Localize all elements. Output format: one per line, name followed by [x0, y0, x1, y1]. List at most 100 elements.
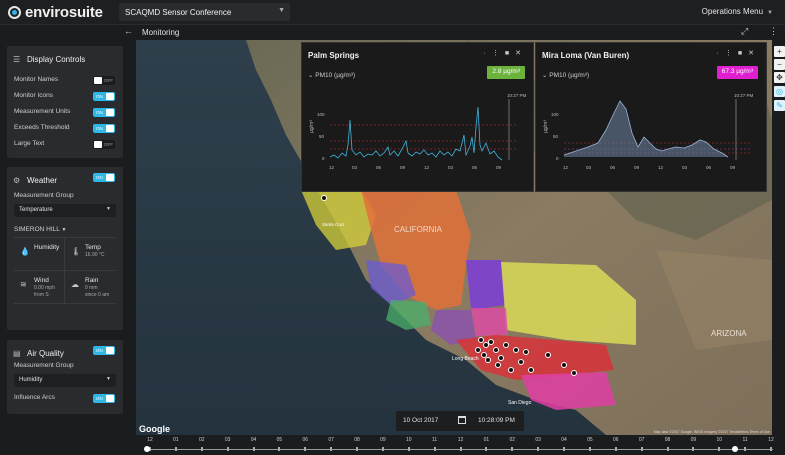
calendar-icon[interactable] [458, 416, 466, 424]
timeline-hour-label: 08 [354, 437, 360, 443]
y-tick: 100 [551, 112, 559, 117]
locate-icon[interactable]: ◎ [774, 86, 785, 97]
wind-direction: from S [34, 292, 49, 298]
air-quality-toggle[interactable]: ON [93, 346, 115, 355]
maximize-icon[interactable]: ■ [505, 50, 515, 57]
timeline-hour-label: 07 [638, 437, 645, 443]
timeline-hour-label: 06 [612, 437, 619, 443]
timeline-hour-label: 01 [483, 437, 490, 443]
timeline-tick [744, 447, 747, 451]
humidity-name: Humidity [34, 244, 60, 251]
rain-since: since 0 am [85, 292, 110, 298]
air-quality-title: Air Quality [27, 348, 64, 358]
timeline-tick [692, 447, 695, 451]
panel-metric[interactable]: ⌄ PM10 (µg/m³) [308, 71, 355, 79]
operations-menu[interactable]: Operations Menu ▼ [702, 7, 773, 16]
air-quality-group-label: Measurement Group [14, 362, 74, 369]
close-icon[interactable]: ✕ [515, 50, 527, 57]
close-icon[interactable]: ✕ [748, 50, 760, 57]
timeline-hour-label: 04 [561, 437, 567, 443]
date-input[interactable]: 10 Oct 2017 [403, 417, 438, 424]
monitor-names-toggle[interactable]: OFF [93, 76, 115, 85]
time-input[interactable]: 10:28:09 PM [478, 417, 515, 424]
timeline-hour-label: 04 [250, 437, 257, 443]
large-text-label: Large Text [14, 140, 45, 147]
map-label-long-beach: Long Beach [452, 356, 479, 362]
timeline-hour-label: 11 [742, 437, 748, 443]
station-select[interactable]: SIMERON HILL ▼ [7, 220, 123, 237]
sub-bar: ← Monitoring ⤢ ⋮ [0, 25, 785, 40]
timeline-hour-label: 12 [457, 437, 464, 443]
project-select-value: SCAQMD Sensor Conference [125, 8, 232, 17]
map-credit[interactable]: Map data ©2017 Google, INEGI Imagery ©20… [654, 430, 770, 434]
weather-title: Weather [27, 175, 58, 185]
timeline-hour-label: 05 [276, 437, 283, 443]
x-tick: 09 [730, 165, 736, 170]
timeline-tick [563, 447, 565, 451]
timeline-tick [407, 447, 410, 451]
project-select[interactable]: SCAQMD Sensor Conference ▼ [119, 3, 290, 21]
timeline-start-handle[interactable] [144, 446, 150, 452]
chart-unit-label: µg/m³ [309, 120, 315, 133]
timeline-hour-label: 09 [690, 437, 697, 443]
air-quality-card: ▤ Air Quality ON Measurement Group Humid… [7, 340, 123, 414]
weather-toggle[interactable]: ON [93, 173, 115, 182]
x-tick: 06 [706, 165, 712, 170]
x-tick: 09 [400, 165, 406, 170]
panel-metric-label: PM10 (µg/m³) [549, 72, 590, 79]
x-tick: 12 [329, 165, 335, 170]
logo[interactable]: envirosuite [8, 4, 103, 21]
more-options-icon[interactable]: ⋮ [769, 26, 778, 37]
exceeds-threshold-row: Exceeds Threshold ON [7, 120, 123, 136]
timeline-tick [640, 447, 643, 451]
zoom-in-icon[interactable]: + [774, 46, 785, 57]
rain-name: Rain [85, 277, 99, 284]
draw-icon[interactable]: ✎ [774, 100, 785, 111]
more-options-icon[interactable]: ⋮ [725, 50, 738, 57]
air-quality-group-select[interactable]: Humidity ▼ [14, 374, 116, 387]
timeline-tick [537, 447, 540, 451]
pan-icon[interactable]: ✥ [774, 72, 785, 83]
rain-cell: ☁ Rain 0 mm since 0 am [65, 271, 116, 304]
timeline[interactable]: 12 01 02 03 04 05 06 07 08 09 10 11 12 01 02 03 04 05 06 07… [136, 435, 785, 455]
timeline-current-handle[interactable] [732, 446, 738, 452]
wind-value: 0.00 mph [34, 285, 55, 291]
fullscreen-icon[interactable]: ⤢ [741, 26, 748, 37]
y-tick: 50 [319, 134, 325, 139]
timeline-tick [330, 447, 333, 451]
zoom-out-icon[interactable]: − [774, 59, 785, 70]
timeline-hour-label: 07 [328, 437, 334, 443]
x-tick: 06 [472, 165, 478, 170]
datetime-picker: 10 Oct 2017 10:28:09 PM [396, 411, 524, 431]
timeline-tick [356, 447, 358, 451]
mira-loma-chart: 10:27 PM µg/m³ 100 50 0 12 03 06 09 12 0… [543, 93, 754, 170]
weather-group-select[interactable]: Temperature ▼ [14, 204, 116, 217]
panel-metric[interactable]: ⌄ PM10 (µg/m³) [542, 71, 589, 79]
large-text-toggle[interactable]: OFF [93, 140, 115, 149]
temp-value: 16.90 °C [85, 252, 105, 258]
x-tick: 03 [682, 165, 688, 170]
monitor-icons-row: Monitor Icons ON [7, 88, 123, 104]
timeline-hour-label: 08 [664, 437, 671, 443]
weather-card: ⚙ Weather ON Measurement Group Temperatu… [7, 167, 123, 330]
timeline-hour-label: 09 [380, 437, 386, 443]
x-tick: 06 [610, 165, 616, 170]
measurement-units-toggle[interactable]: ON [93, 108, 115, 117]
x-tick: 03 [448, 165, 454, 170]
operations-menu-label: Operations Menu [701, 7, 764, 16]
chevron-down-icon: ▼ [106, 376, 111, 382]
minimize-icon[interactable]: · [717, 50, 725, 57]
sliders-icon: ☰ [13, 54, 21, 64]
page-title: Monitoring [142, 28, 180, 37]
y-tick: 0 [322, 156, 325, 161]
monitor-icons-toggle[interactable]: ON [93, 92, 115, 101]
back-arrow-icon[interactable]: ← [124, 26, 133, 36]
maximize-icon[interactable]: ■ [738, 50, 748, 57]
timeline-hour-label: 02 [509, 437, 516, 443]
influence-arcs-toggle[interactable]: ON [93, 394, 115, 403]
more-options-icon[interactable]: ⋮ [492, 50, 505, 57]
timeline-tick [226, 447, 229, 451]
minimize-icon[interactable]: · [484, 50, 492, 57]
x-tick: 03 [352, 165, 358, 170]
exceeds-threshold-toggle[interactable]: ON [93, 124, 115, 133]
